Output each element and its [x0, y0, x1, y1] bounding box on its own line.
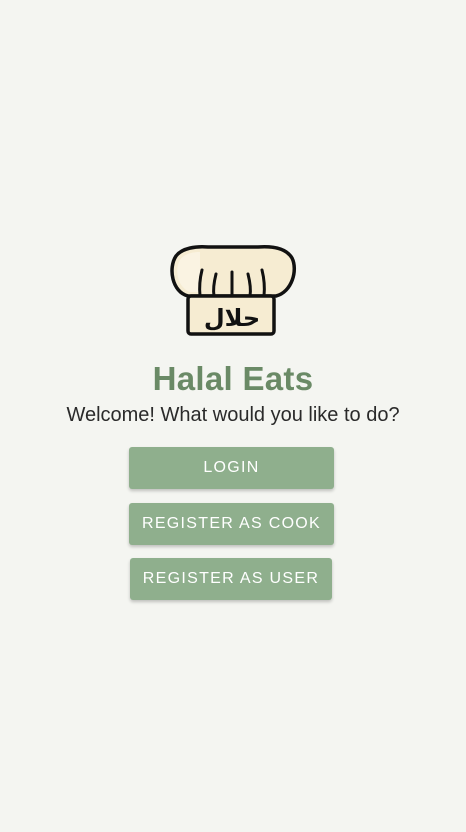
register-as-cook-button[interactable]: REGISTER AS COOK: [129, 503, 334, 545]
svg-text:حلال: حلال: [204, 304, 260, 332]
chef-hat-halal-icon: حلال: [166, 244, 298, 338]
welcome-message: Welcome! What would you like to do?: [66, 404, 400, 426]
app-title: Halal Eats: [152, 360, 314, 397]
login-button[interactable]: LOGIN: [129, 447, 334, 489]
register-as-user-button[interactable]: REGISTER AS USER: [130, 558, 332, 600]
welcome-screen: حلال Halal Eats Welcome! What would you …: [0, 0, 466, 832]
